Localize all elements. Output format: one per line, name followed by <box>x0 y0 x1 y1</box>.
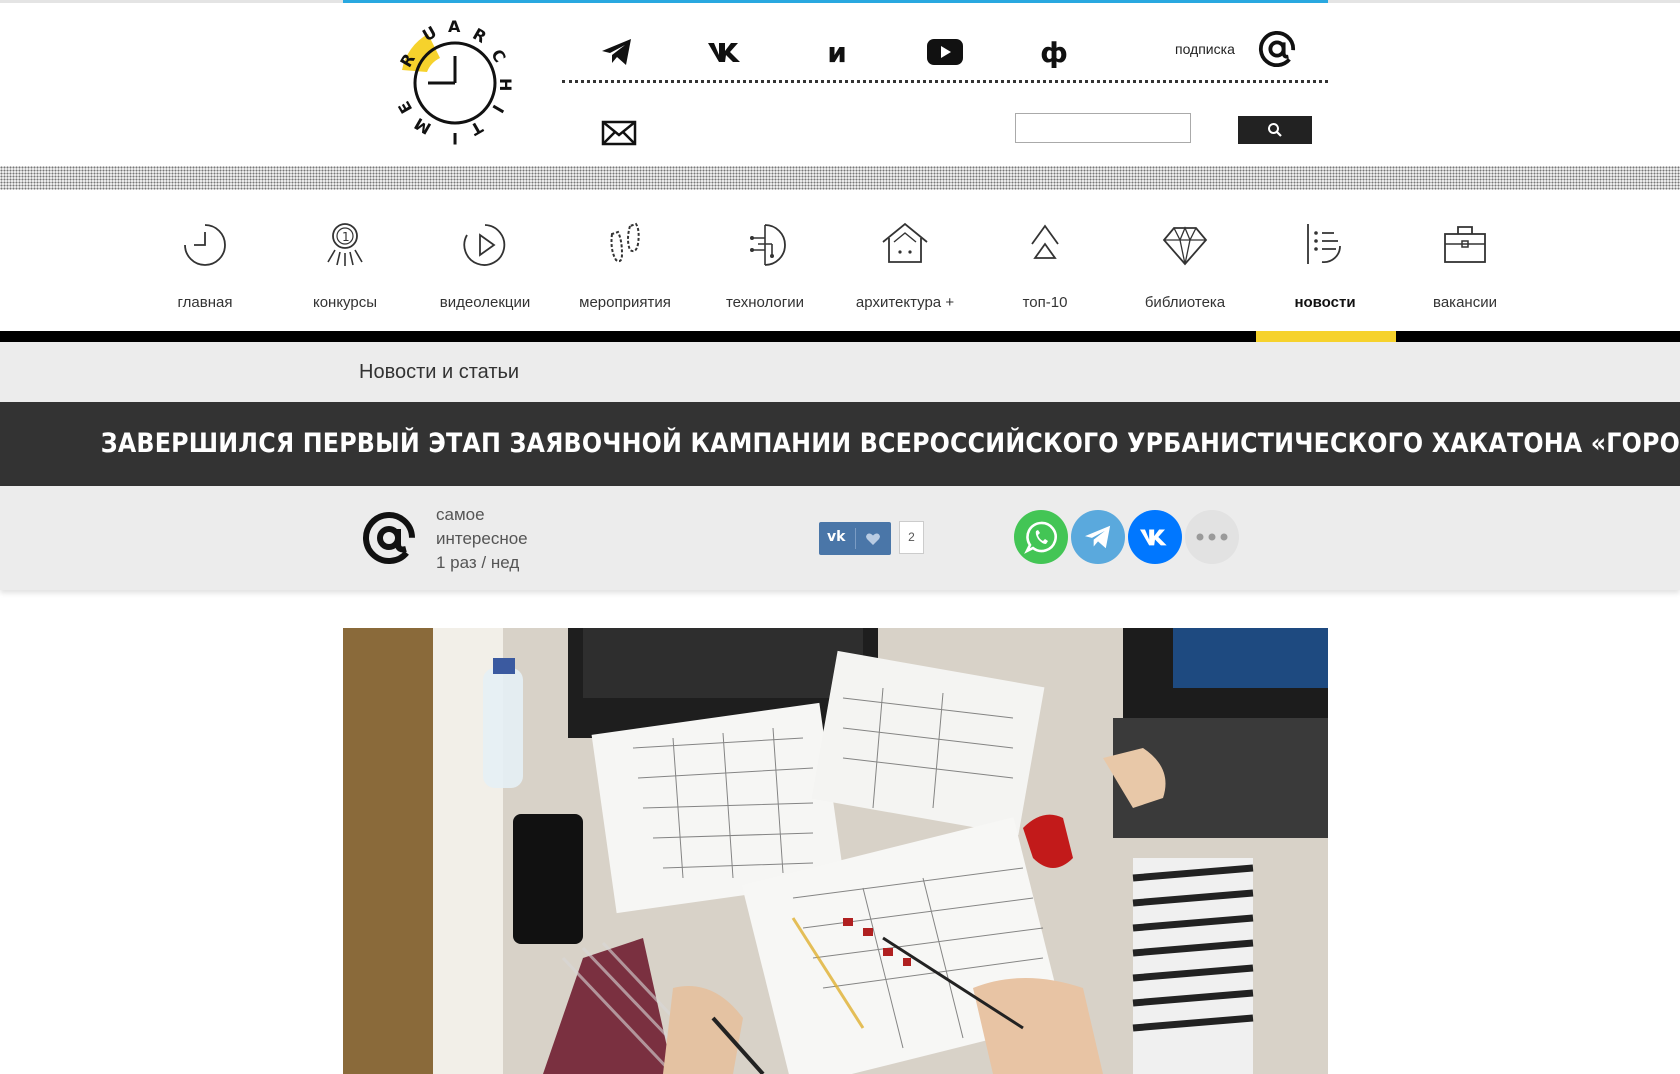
diamond-icon <box>1162 226 1208 266</box>
share-whatsapp-button[interactable] <box>1014 510 1068 564</box>
nav-item-news[interactable]: новости <box>1255 210 1395 320</box>
breadcrumb[interactable]: Новости и статьи <box>359 361 519 384</box>
share-more-button[interactable] <box>1185 510 1239 564</box>
nav-item-technology[interactable]: технологии <box>695 210 835 320</box>
house-icon <box>882 222 928 263</box>
nav-item-events[interactable]: мероприятия <box>555 210 695 320</box>
nav-item-top10[interactable]: топ-10 <box>975 210 1115 320</box>
article-photo <box>343 628 1328 1074</box>
search-icon <box>1268 123 1282 137</box>
nav-label-videolectures: видеолекции <box>439 294 531 311</box>
list-icon <box>1307 224 1341 264</box>
medal-icon: 1 <box>327 223 363 266</box>
svg-text:I: I <box>452 129 458 148</box>
nav-label-library: библиотека <box>1144 294 1226 311</box>
digest-subscribe[interactable]: самое интересное 1 раз / нед <box>436 503 528 575</box>
search-button[interactable] <box>1238 116 1312 144</box>
svg-text:1: 1 <box>342 230 350 244</box>
digest-at-icon[interactable] <box>361 510 417 566</box>
svg-text:M: M <box>411 114 434 138</box>
footprints-icon <box>610 222 640 263</box>
svg-text:A: A <box>448 18 461 36</box>
share-vk-button[interactable] <box>1128 510 1182 564</box>
subscribe-label[interactable]: подписка <box>1175 41 1235 57</box>
site-logo[interactable]: R U A R C H I T I M E <box>390 18 520 148</box>
heart-icon <box>866 533 880 545</box>
nav-label-home: главная <box>177 294 233 311</box>
nav-item-vacancies[interactable]: вакансии <box>1395 210 1535 320</box>
nav-label-events: мероприятия <box>579 294 671 311</box>
youtube-icon[interactable] <box>921 30 969 74</box>
telegram-icon <box>1085 525 1111 549</box>
nav-item-contests[interactable]: 1 конкурсы <box>275 210 415 320</box>
nav-item-home[interactable]: главная <box>135 210 275 320</box>
vk-icon[interactable] <box>702 30 750 74</box>
nav-item-architecture[interactable]: архитектура + <box>835 210 975 320</box>
digest-line-2: интересное <box>436 529 528 548</box>
tech-icon <box>750 224 786 266</box>
vk-like-logo: vk <box>827 529 846 545</box>
search-input[interactable] <box>1015 113 1191 143</box>
dotted-band <box>0 166 1680 190</box>
digest-line-3: 1 раз / нед <box>436 553 520 572</box>
mail-icon[interactable] <box>601 120 637 146</box>
nav-label-architecture: архитектура + <box>855 294 955 311</box>
like-count: 2 <box>899 521 924 554</box>
nav-label-news: новости <box>1294 294 1356 311</box>
more-dots-icon <box>1196 533 1228 541</box>
main-nav: главная 1 конкурсы видеолекции мероприят… <box>135 210 1535 320</box>
page-title: ЗАВЕРШИЛСЯ ПЕРВЫЙ ЭТАП ЗАЯВОЧНОЙ КАМПАНИ… <box>100 428 1680 459</box>
nav-label-top10: топ-10 <box>1022 294 1068 311</box>
briefcase-icon <box>1444 226 1486 263</box>
clock-icon <box>184 224 226 266</box>
digest-line-1: самое <box>436 505 485 524</box>
i-social-link[interactable]: и <box>813 30 861 74</box>
nav-item-library[interactable]: библиотека <box>1115 210 1255 320</box>
top-accent-line <box>343 0 1328 3</box>
telegram-icon[interactable] <box>593 30 641 74</box>
header-divider <box>562 80 1328 83</box>
subscribe-at-icon[interactable] <box>1258 30 1296 68</box>
vk-like-button[interactable]: vk <box>819 522 891 555</box>
nav-label-technology: технологии <box>725 294 804 311</box>
vk-like-separator <box>855 528 856 549</box>
nav-label-vacancies: вакансии <box>1433 294 1497 311</box>
play-icon <box>463 224 506 266</box>
nav-active-indicator <box>1256 331 1396 342</box>
vk-icon <box>1140 529 1167 546</box>
breadcrumb-band <box>0 342 1680 402</box>
nav-underline-bar <box>0 331 1680 342</box>
svg-text:E: E <box>394 98 416 117</box>
svg-text:I: I <box>488 102 507 117</box>
whatsapp-icon <box>1024 521 1057 554</box>
nav-label-contests: конкурсы <box>312 294 378 311</box>
share-telegram-button[interactable] <box>1071 510 1125 564</box>
f-social-link[interactable]: ф <box>1030 30 1078 74</box>
svg-text:R: R <box>470 24 490 47</box>
nav-item-videolectures[interactable]: видеолекции <box>415 210 555 320</box>
arrow-up-icon <box>1031 224 1059 259</box>
svg-text:H: H <box>496 78 515 91</box>
